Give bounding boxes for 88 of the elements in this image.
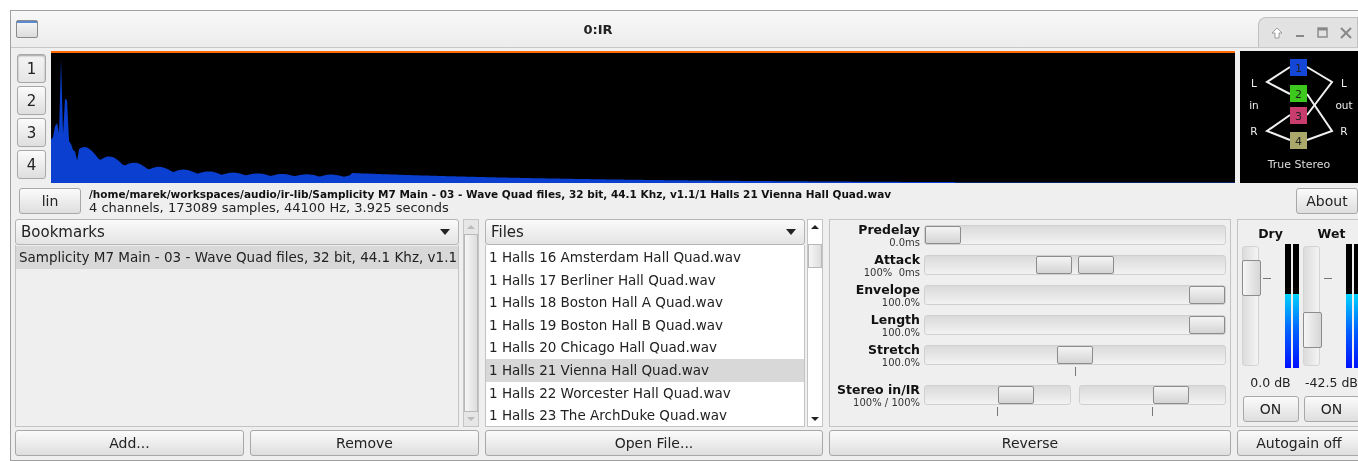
control-label: Attack xyxy=(874,253,920,267)
fader-track[interactable] xyxy=(1242,246,1259,366)
remove-button[interactable]: Remove xyxy=(250,430,479,456)
tick-mark xyxy=(1324,278,1332,279)
file-item[interactable]: 1 Halls 22 Worcester Hall Quad.wav xyxy=(486,381,804,405)
slider-track[interactable] xyxy=(924,255,1226,275)
channel-button[interactable]: 3 xyxy=(17,118,46,147)
file-item[interactable]: 1 Halls 21 Vienna Hall Quad.wav xyxy=(486,358,804,382)
slider-handle[interactable] xyxy=(1057,346,1093,364)
file-item[interactable]: 1 Halls 19 Boston Hall B Quad.wav xyxy=(486,313,804,337)
routing-mode: True Stereo xyxy=(1267,158,1331,171)
channel-button[interactable]: 4 xyxy=(17,150,46,179)
slider-track[interactable] xyxy=(924,225,1226,245)
slider-handle[interactable] xyxy=(1189,316,1225,334)
slider-track[interactable] xyxy=(924,285,1226,305)
channel-number: 4 xyxy=(1295,135,1302,148)
file-item[interactable]: 1 Halls 20 Chicago Hall Quad.wav xyxy=(486,336,804,359)
open-file-button[interactable]: Open File... xyxy=(485,430,823,456)
control-reading: 100% 0ms xyxy=(863,267,920,279)
bookmarks-dropdown[interactable]: Bookmarks xyxy=(15,219,459,245)
channel-number: 1 xyxy=(1295,62,1302,75)
fader-track[interactable] xyxy=(1303,246,1320,366)
file-item[interactable]: 1 Halls 17 Berliner Hall Quad.wav xyxy=(486,268,804,292)
control-label: Stereo in/IR xyxy=(836,383,920,397)
tick-mark xyxy=(1263,278,1271,279)
file-path: /home/marek/workspaces/audio/ir-lib/Samplicity M7 Main - 03 - Wave Quad files, 32 bit, 44.1 Khz, v1.1/1 Halls 21 Vienna Hall Quad.wav xyxy=(89,186,893,201)
input-label: R xyxy=(1250,125,1258,137)
control-reading: 100.0% xyxy=(881,357,920,369)
slider-handle[interactable] xyxy=(1153,386,1189,404)
close-icon[interactable] xyxy=(1340,26,1352,39)
scrollbar[interactable] xyxy=(463,219,479,427)
dropdown-arrow-icon xyxy=(786,229,796,235)
toggle-button[interactable]: ON xyxy=(1303,396,1358,422)
tick-mark xyxy=(1074,367,1076,376)
channel-button[interactable]: 1 xyxy=(17,54,46,83)
scroll-thumb[interactable] xyxy=(808,244,822,268)
mix-label: Wet xyxy=(1317,226,1346,243)
window-title: 0:IR xyxy=(582,21,614,37)
slider-handle[interactable] xyxy=(1189,286,1225,304)
shade-icon[interactable] xyxy=(1271,26,1283,39)
window-icon xyxy=(16,20,38,38)
files-dropdown[interactable]: Files xyxy=(485,219,805,245)
output-label: out xyxy=(1335,99,1353,111)
slider-handle[interactable] xyxy=(1078,256,1115,274)
channel-button[interactable]: 2 xyxy=(17,86,46,115)
mix-label: Dry xyxy=(1258,226,1283,243)
control-label: Envelope xyxy=(855,283,920,297)
gain-reading: 0.0 dB xyxy=(1250,374,1291,392)
control-reading: 100% / 100% xyxy=(853,397,920,409)
maximize-icon[interactable] xyxy=(1317,27,1328,38)
file-info: 4 channels, 173089 samples, 44100 Hz, 3.925 seconds xyxy=(89,200,450,215)
slider-track[interactable] xyxy=(924,385,1071,405)
toggle-button[interactable]: ON xyxy=(1242,396,1299,422)
slider-track[interactable] xyxy=(924,345,1226,365)
control-label: Predelay xyxy=(858,223,920,237)
control-reading: 0.0ms xyxy=(889,237,920,249)
control-label: Length xyxy=(870,313,920,327)
control-label: Stretch xyxy=(868,343,920,357)
channel-number: 3 xyxy=(1295,110,1302,123)
scrollbar[interactable] xyxy=(807,219,823,427)
file-item[interactable]: 1 Halls 23 The ArchDuke Quad.wav xyxy=(486,404,804,426)
tick-mark xyxy=(1152,407,1153,416)
reverse-button[interactable]: Reverse xyxy=(829,430,1231,456)
bookmark-item[interactable]: Samplicity M7 Main - 03 - Wave Quad files, 32 bit, 44.1 Khz, v1.1 xyxy=(16,246,458,269)
input-label: L xyxy=(1251,77,1257,89)
about-button[interactable]: About xyxy=(1296,187,1358,214)
output-label: L xyxy=(1341,77,1347,89)
slider-handle[interactable] xyxy=(1035,256,1072,274)
gain-reading: -42.5 dB xyxy=(1305,374,1358,392)
scale-button[interactable]: lin xyxy=(19,187,81,214)
scroll-thumb[interactable] xyxy=(464,234,478,412)
input-label: in xyxy=(1249,99,1259,111)
file-item[interactable]: 1 Halls 18 Boston Hall A Quad.wav xyxy=(486,291,804,314)
control-reading: 100.0% xyxy=(881,297,920,309)
tick-mark xyxy=(997,407,998,416)
slider-handle[interactable] xyxy=(998,386,1034,404)
fader-handle[interactable] xyxy=(1242,260,1261,297)
file-item[interactable]: 1 Halls 16 Amsterdam Hall Quad.wav xyxy=(486,246,804,269)
slider-track[interactable] xyxy=(1079,385,1226,405)
slider-track[interactable] xyxy=(924,315,1226,335)
channel-number: 2 xyxy=(1295,88,1302,101)
fader-handle[interactable] xyxy=(1303,311,1322,348)
slider-handle[interactable] xyxy=(925,226,961,244)
dropdown-arrow-icon xyxy=(440,229,450,235)
output-label: R xyxy=(1340,125,1348,137)
control-reading: 100.0% xyxy=(881,327,920,339)
add-button[interactable]: Add... xyxy=(15,430,244,456)
autogain-button[interactable]: Autogain off xyxy=(1237,430,1358,456)
